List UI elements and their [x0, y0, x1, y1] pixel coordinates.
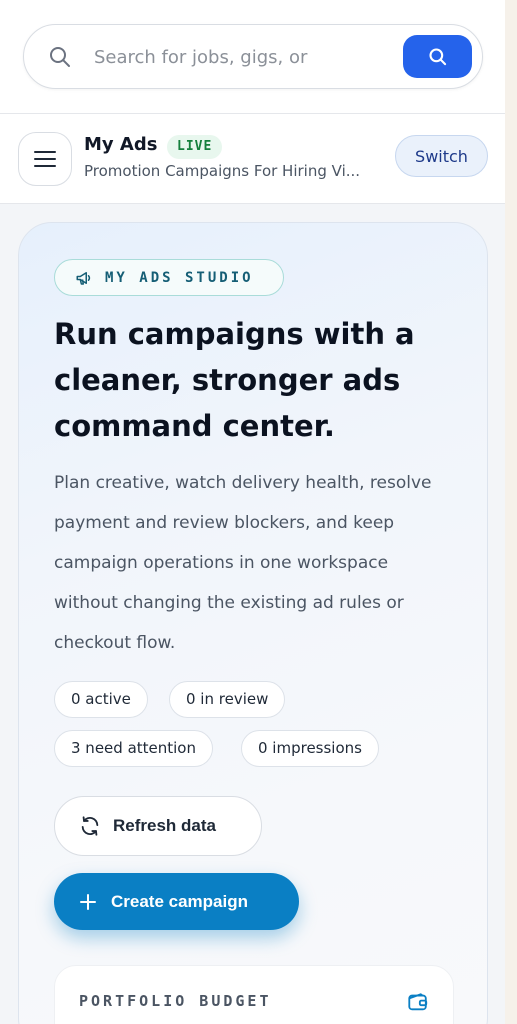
page-edge-strip: [505, 0, 517, 1024]
stat-active: 0 active: [54, 681, 148, 718]
create-campaign-label: Create campaign: [111, 891, 248, 911]
top-search-bar: [0, 0, 505, 114]
refresh-icon: [81, 816, 99, 836]
search-icon: [50, 47, 70, 67]
portfolio-budget-card: PORTFOLIO BUDGET: [54, 965, 454, 1024]
refresh-data-button[interactable]: Refresh data: [54, 796, 262, 856]
hero-title: Run campaigns with a cleaner, stronger a…: [54, 317, 415, 443]
plus-icon: [80, 893, 96, 910]
search-submit-button[interactable]: [403, 35, 472, 78]
menu-button[interactable]: [18, 132, 72, 186]
studio-eyebrow-label: MY ADS STUDIO: [105, 269, 254, 286]
page-title: My Ads: [84, 134, 158, 155]
wallet-icon: [408, 993, 428, 1011]
refresh-data-label: Refresh data: [113, 816, 216, 835]
switch-button[interactable]: Switch: [395, 135, 488, 177]
menu-icon: [34, 151, 56, 167]
search-icon: [428, 47, 446, 65]
my-ads-header: My Ads LIVE Promotion Campaigns For Hiri…: [0, 114, 505, 204]
page-subtitle: Promotion Campaigns For Hiring Vi...: [84, 162, 361, 180]
search-input[interactable]: [94, 41, 394, 73]
portfolio-budget-label: PORTFOLIO BUDGET: [79, 992, 272, 1010]
studio-eyebrow-pill: MY ADS STUDIO: [54, 259, 284, 296]
ads-studio-card: MY ADS STUDIO Run campaigns with a clean…: [18, 222, 488, 1024]
search-box[interactable]: [23, 24, 483, 89]
hero-description: Plan creative, watch delivery health, re…: [54, 473, 432, 653]
stat-impressions: 0 impressions: [241, 730, 379, 767]
status-badge: LIVE: [167, 135, 223, 159]
stat-need-attention: 3 need attention: [54, 730, 213, 767]
create-campaign-button[interactable]: Create campaign: [54, 873, 299, 930]
stat-in-review: 0 in review: [169, 681, 286, 718]
megaphone-icon: [76, 271, 91, 285]
